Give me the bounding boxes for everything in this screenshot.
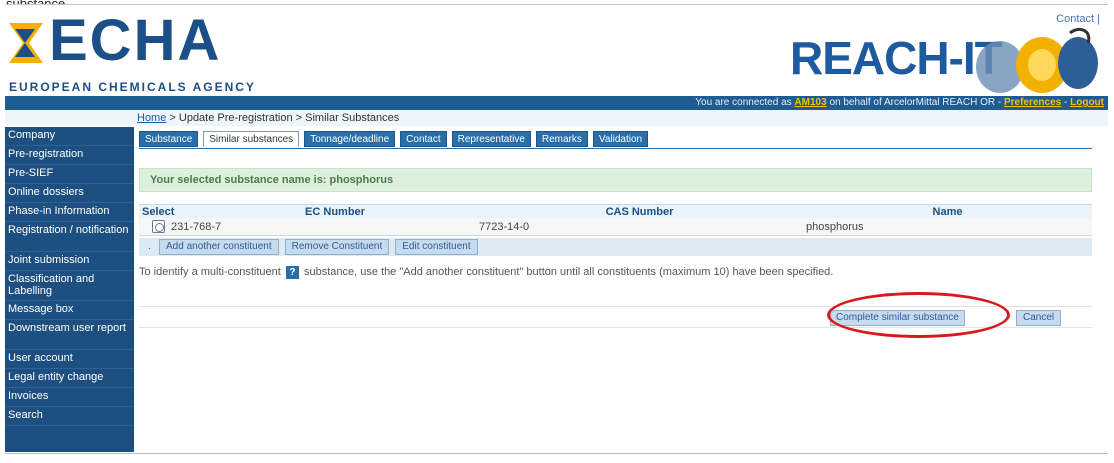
breadcrumb: Home > Update Pre-registration > Similar…	[137, 112, 399, 124]
table-row: 231-768-7 7723-14-0 phosphorus	[139, 218, 1092, 236]
header-cas-number: CAS Number	[605, 206, 674, 218]
tab-underline	[139, 148, 1092, 149]
sidebar-item-pre-registration[interactable]: Pre-registration	[5, 146, 134, 165]
sidebar-item-phase-in-information[interactable]: Phase-in Information	[5, 203, 134, 222]
tab-similar-substances[interactable]: Similar substances	[203, 131, 300, 147]
table-header-row: Select EC Number CAS Number Name	[139, 204, 1092, 218]
tab-tonnage-deadline[interactable]: Tonnage/deadline	[304, 131, 396, 147]
sidebar-item-company[interactable]: Company	[5, 127, 134, 146]
constituent-action-bar: Add another constituent Remove Constitue…	[139, 238, 1092, 256]
status-separator: -	[1061, 97, 1071, 108]
help-icon[interactable]: ?	[285, 266, 299, 279]
echa-logo-icon	[9, 23, 43, 63]
help-text-after: substance, use the "Add another constitu…	[300, 266, 834, 278]
cancel-button[interactable]: Cancel	[1016, 310, 1062, 326]
sidebar-item-pre-sief[interactable]: Pre-SIEF	[5, 165, 134, 184]
echa-logo-subtitle: EUROPEAN CHEMICALS AGENCY	[9, 80, 256, 94]
connection-status-bar: You are connected as AM103 on behalf of …	[5, 96, 1108, 110]
multi-constituent-help-text: To identify a multi-constituent ? substa…	[139, 266, 833, 279]
cas-number-value: 7723-14-0	[479, 221, 530, 233]
logout-link[interactable]: Logout	[1070, 97, 1104, 108]
tab-validation[interactable]: Validation	[592, 131, 649, 147]
status-prefix: You are connected as	[695, 97, 795, 108]
sidebar-item-downstream-user-report[interactable]: Downstream user report	[5, 320, 134, 350]
preferences-link[interactable]: Preferences	[1004, 97, 1061, 108]
highlight-ring	[827, 292, 1010, 338]
sidebar-item-legal-entity-change[interactable]: Legal entity change	[5, 369, 134, 388]
substance-name-value: phosphorus	[806, 221, 864, 233]
breadcrumb-trail: > Update Pre-registration > Similar Subs…	[166, 112, 400, 124]
header-ec-number: EC Number	[305, 206, 365, 218]
sidebar-item-search[interactable]: Search	[5, 407, 134, 426]
add-constituent-button[interactable]: Add another constituent	[159, 239, 279, 255]
flask-illustration-icon	[976, 27, 1098, 93]
sidebar-item-classification-labelling[interactable]: Classification and Labelling	[5, 271, 134, 301]
reach-it-window: substance ECHA EUROPEAN CHEMICALS AGENCY…	[0, 0, 1114, 463]
ec-number-value: 231-768-7	[171, 221, 222, 233]
page-bottom-border	[5, 453, 1108, 454]
sidebar: Company Pre-registration Pre-SIEF Online…	[5, 127, 134, 452]
tab-remarks[interactable]: Remarks	[535, 131, 588, 147]
action-bar-bullet: .	[148, 241, 151, 252]
tab-contact[interactable]: Contact	[400, 131, 447, 147]
ec-cell: 231-768-7	[139, 218, 476, 235]
header-name: Name	[932, 206, 963, 218]
sidebar-item-message-box[interactable]: Message box	[5, 301, 134, 320]
header-select: Select	[142, 206, 175, 218]
contact-link[interactable]: Contact |	[1056, 13, 1100, 25]
sidebar-item-joint-submission[interactable]: Joint submission	[5, 252, 134, 271]
similar-substances-table: Select EC Number CAS Number Name 231-768…	[139, 204, 1092, 236]
status-middle: on behalf of ArcelorMittal REACH OR -	[826, 97, 1004, 108]
sidebar-item-online-dossiers[interactable]: Online dossiers	[5, 184, 134, 203]
sidebar-item-user-account[interactable]: User account	[5, 350, 134, 369]
edit-constituent-button[interactable]: Edit constituent	[395, 239, 478, 255]
tab-substance[interactable]: Substance	[139, 131, 199, 147]
sidebar-item-registration[interactable]: Registration / notification	[5, 222, 134, 252]
tab-representative[interactable]: Representative	[451, 131, 531, 147]
remove-constituent-button[interactable]: Remove Constituent	[284, 239, 390, 255]
row-select-radio[interactable]	[152, 219, 165, 233]
tab-strip: Substance Similar substances Tonnage/dea…	[139, 131, 649, 147]
echa-logo-text: ECHA	[49, 8, 222, 73]
sidebar-item-invoices[interactable]: Invoices	[5, 388, 134, 407]
breadcrumb-home-link[interactable]: Home	[137, 112, 166, 124]
help-text-before: To identify a multi-constituent	[139, 266, 284, 278]
selected-substance-banner: Your selected substance name is: phospho…	[139, 168, 1092, 192]
user-link[interactable]: AM103	[794, 97, 826, 108]
site-header: ECHA EUROPEAN CHEMICALS AGENCY REACH-IT …	[5, 4, 1108, 96]
